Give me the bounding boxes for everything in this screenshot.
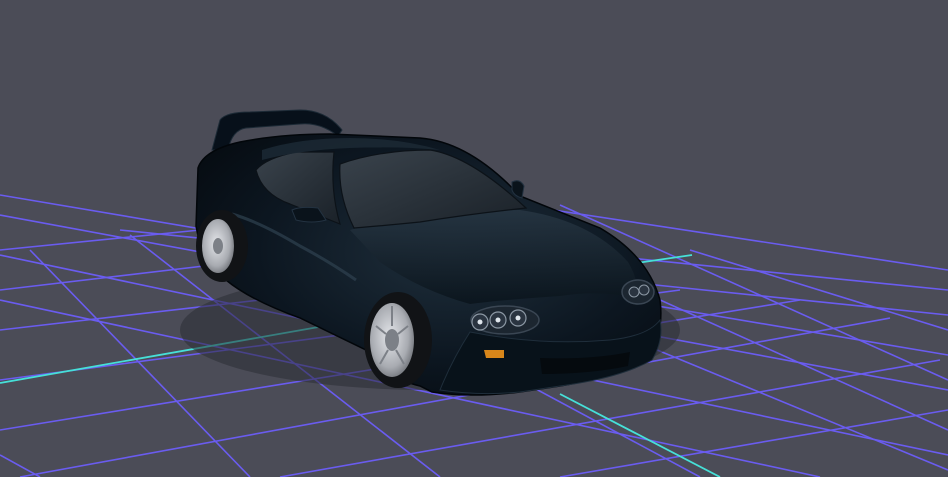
right-headlight-cluster [621, 279, 655, 305]
left-headlight-cluster [470, 305, 540, 335]
3d-viewport[interactable] [0, 0, 948, 477]
front-wheel [364, 292, 432, 388]
front-indicator [484, 350, 504, 358]
axis-z-line [559, 393, 721, 477]
car-model[interactable] [180, 109, 680, 396]
scene-canvas[interactable] [0, 0, 948, 477]
rear-wheel [196, 210, 248, 282]
